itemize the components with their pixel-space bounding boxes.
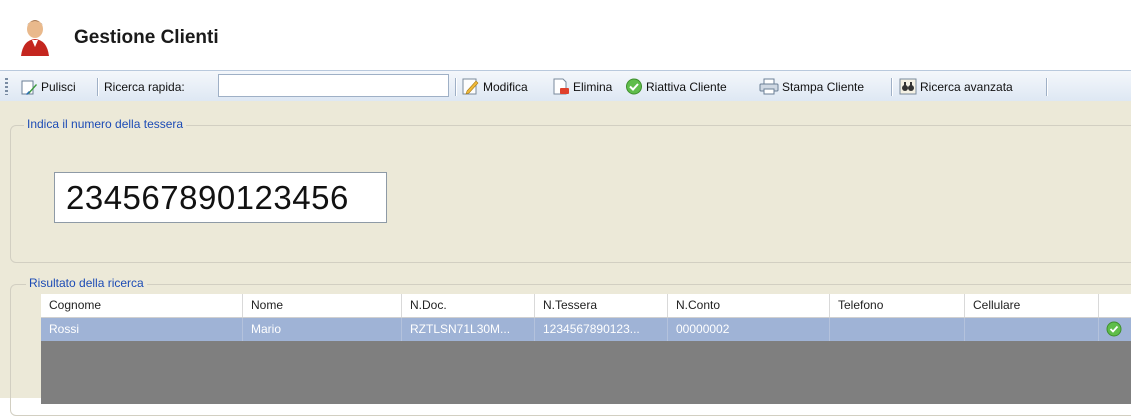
- toolbar-grip[interactable]: [5, 78, 8, 95]
- toolbar-separator: [891, 78, 892, 96]
- column-header-cellulare[interactable]: Cellulare: [965, 294, 1099, 317]
- stampa-cliente-button[interactable]: Stampa Cliente: [759, 71, 864, 102]
- cell-nconto: 00000002: [668, 318, 830, 341]
- results-grid: Cognome Nome N.Doc. N.Tessera N.Conto Te…: [41, 294, 1131, 404]
- ricerca-avanzata-label: Ricerca avanzata: [920, 79, 1013, 94]
- cell-cellulare: [965, 318, 1099, 341]
- header: Gestione Clienti: [0, 0, 1131, 68]
- cell-ntessera: 1234567890123...: [535, 318, 668, 341]
- user-red-icon: [21, 20, 49, 56]
- ricerca-rapida-input[interactable]: [218, 74, 449, 97]
- column-header-cognome[interactable]: Cognome: [41, 294, 243, 317]
- stampa-cliente-label: Stampa Cliente: [782, 79, 865, 94]
- check-green-icon: [1106, 321, 1122, 337]
- cell-ndoc: RZTLSN71L30M...: [402, 318, 535, 341]
- elimina-button[interactable]: Elimina: [552, 71, 612, 102]
- delete-icon: [553, 78, 569, 95]
- column-header-nome[interactable]: Nome: [243, 294, 402, 317]
- column-header-status[interactable]: [1099, 294, 1131, 317]
- ricerca-rapida-text: Ricerca rapida:: [104, 79, 185, 94]
- cell-cognome: Rossi: [41, 318, 243, 341]
- cell-nome: Mario: [243, 318, 402, 341]
- column-header-ndoc[interactable]: N.Doc.: [402, 294, 535, 317]
- modifica-label: Modifica: [483, 79, 528, 94]
- ricerca-rapida-label: Ricerca rapida:: [104, 71, 185, 102]
- edit-icon: [462, 78, 479, 95]
- main-panel: Indica il numero della tessera 234567890…: [0, 101, 1131, 416]
- pulisci-label: Pulisci: [41, 79, 76, 94]
- toolbar: Pulisci Ricerca rapida: Modifica Elimina…: [0, 70, 1131, 103]
- toolbar-separator: [97, 78, 98, 96]
- column-header-telefono[interactable]: Telefono: [830, 294, 965, 317]
- check-circle-icon: [626, 78, 642, 95]
- cell-status: [1099, 318, 1131, 341]
- binoculars-icon: [899, 78, 917, 95]
- riattiva-cliente-label: Riattiva Cliente: [646, 79, 727, 94]
- pulisci-button[interactable]: Pulisci: [21, 71, 76, 102]
- table-row[interactable]: Rossi Mario RZTLSN71L30M... 123456789012…: [41, 318, 1131, 341]
- grid-header: Cognome Nome N.Doc. N.Tessera N.Conto Te…: [41, 294, 1131, 318]
- tessera-input[interactable]: 234567890123456: [54, 172, 387, 223]
- results-legend: Risultato della ricerca: [26, 276, 147, 290]
- cell-telefono: [830, 318, 965, 341]
- toolbar-separator: [1046, 78, 1047, 96]
- printer-icon: [759, 78, 779, 95]
- ricerca-avanzata-button[interactable]: Ricerca avanzata: [899, 71, 1013, 102]
- clear-icon: [21, 80, 37, 95]
- toolbar-separator: [455, 78, 456, 96]
- elimina-label: Elimina: [573, 79, 613, 94]
- column-header-ntessera[interactable]: N.Tessera: [535, 294, 668, 317]
- column-header-nconto[interactable]: N.Conto: [668, 294, 830, 317]
- modifica-button[interactable]: Modifica: [462, 71, 528, 102]
- riattiva-cliente-button[interactable]: Riattiva Cliente: [625, 71, 727, 102]
- tessera-legend: Indica il numero della tessera: [24, 117, 187, 131]
- page-title: Gestione Clienti: [74, 27, 219, 48]
